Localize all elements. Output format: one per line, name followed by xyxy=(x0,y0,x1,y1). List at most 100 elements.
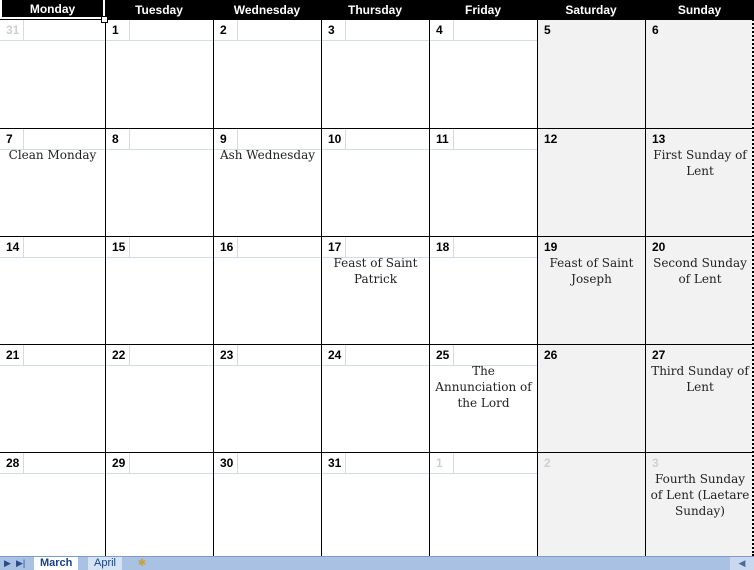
day-cell[interactable]: 27 Third Sunday of Lent xyxy=(645,344,754,452)
day-cell[interactable]: 16 xyxy=(213,236,321,344)
day-number: 20 xyxy=(652,240,666,254)
day-number: 1 xyxy=(112,23,119,37)
event-label: Feast of Saint Patrick xyxy=(333,256,418,286)
cell-gridline xyxy=(345,473,429,474)
day-cell[interactable]: 7 Clean Monday xyxy=(0,128,105,236)
event-label: Second Sunday of Lent xyxy=(653,256,747,286)
day-cell[interactable]: 11 xyxy=(429,128,537,236)
day-number: 23 xyxy=(220,348,234,362)
event-label: Third Sunday of Lent xyxy=(651,364,749,394)
day-cell[interactable]: 22 xyxy=(105,344,213,452)
day-cell[interactable]: 1 xyxy=(105,20,213,128)
day-number: 15 xyxy=(112,240,126,254)
tab-april[interactable]: April xyxy=(88,557,123,570)
cell-gridline xyxy=(237,257,321,258)
weekday-thursday[interactable]: Thursday xyxy=(321,0,429,20)
weekday-saturday[interactable]: Saturday xyxy=(537,0,645,20)
fill-handle[interactable] xyxy=(101,16,108,23)
day-number: 16 xyxy=(220,240,234,254)
day-number: 6 xyxy=(652,23,659,37)
day-cell[interactable]: 18 xyxy=(429,236,537,344)
cell-gridline xyxy=(129,473,213,474)
event-label: Feast of Saint Joseph xyxy=(549,256,634,286)
event-label: Ash Wednesday xyxy=(219,148,316,162)
cell-gridline xyxy=(345,365,429,366)
sheet-tab-bar: ▶ ▶| March April ✱ ◀ xyxy=(0,556,754,570)
event-label: First Sunday of Lent xyxy=(653,148,747,178)
weekday-sunday[interactable]: Sunday xyxy=(645,0,754,20)
weekday-wednesday[interactable]: Wednesday xyxy=(213,0,321,20)
day-cell[interactable]: 31 xyxy=(0,20,105,128)
day-cell[interactable]: 21 xyxy=(0,344,105,452)
day-number: 28 xyxy=(6,456,20,470)
cell-gridline xyxy=(237,473,321,474)
day-cell[interactable]: 4 xyxy=(429,20,537,128)
weekday-header: Monday Tuesday Wednesday Thursday Friday Satu… xyxy=(0,0,754,20)
day-cell[interactable]: 30 xyxy=(213,452,321,556)
day-number: 12 xyxy=(544,132,558,146)
day-cell[interactable]: 26 xyxy=(537,344,645,452)
cell-gridline xyxy=(129,257,213,258)
day-cell[interactable]: 28 xyxy=(0,452,105,556)
cell-gridline xyxy=(345,40,429,41)
day-number: 24 xyxy=(328,348,342,362)
scroll-left-button[interactable]: ◀ xyxy=(730,557,754,570)
cell-gridline xyxy=(23,365,105,366)
day-cell[interactable]: 19 Feast of Saint Joseph xyxy=(537,236,645,344)
cell-gridline xyxy=(453,473,537,474)
day-number: 8 xyxy=(112,132,119,146)
event-label: Clean Monday xyxy=(8,148,97,162)
day-cell[interactable]: 6 xyxy=(645,20,754,128)
day-cell[interactable]: 29 xyxy=(105,452,213,556)
insert-sheet-icon[interactable]: ✱ xyxy=(132,557,152,570)
weekday-monday[interactable]: Monday xyxy=(0,0,105,19)
day-cell[interactable]: 1 xyxy=(429,452,537,556)
cell-gridline xyxy=(453,149,537,150)
day-number: 26 xyxy=(544,348,558,362)
day-number: 11 xyxy=(436,132,449,146)
event-label: Fourth Sunday of Lent (Laetare Sunday) xyxy=(650,472,750,518)
cell-gridline xyxy=(23,473,105,474)
weekday-friday[interactable]: Friday xyxy=(429,0,537,20)
day-cell[interactable]: 2 xyxy=(213,20,321,128)
cell-gridline xyxy=(237,365,321,366)
weekday-tuesday[interactable]: Tuesday xyxy=(105,0,213,20)
cell-gridline xyxy=(237,40,321,41)
day-number: 14 xyxy=(6,240,20,254)
cell-gridline xyxy=(129,40,213,41)
last-sheet-button[interactable]: ▶| xyxy=(16,557,25,570)
tab-march[interactable]: March xyxy=(34,557,79,570)
cell-gridline xyxy=(23,40,105,41)
day-cell[interactable]: 23 xyxy=(213,344,321,452)
day-cell[interactable]: 5 xyxy=(537,20,645,128)
day-cell[interactable]: 25 The Annunciation of the Lord xyxy=(429,344,537,452)
cell-gridline xyxy=(453,40,537,41)
day-cell[interactable]: 20 Second Sunday of Lent xyxy=(645,236,754,344)
day-cell[interactable]: 14 xyxy=(0,236,105,344)
day-number: 13 xyxy=(652,132,666,146)
cell-gridline xyxy=(129,149,213,150)
day-number: 22 xyxy=(112,348,126,362)
day-number: 31 xyxy=(328,456,342,470)
day-cell[interactable]: 10 xyxy=(321,128,429,236)
day-number: 18 xyxy=(436,240,450,254)
day-cell[interactable]: 24 xyxy=(321,344,429,452)
day-number: 19 xyxy=(544,240,558,254)
day-number: 30 xyxy=(220,456,234,470)
cell-gridline xyxy=(345,149,429,150)
day-cell[interactable]: 2 xyxy=(537,452,645,556)
day-cell[interactable]: 13 First Sunday of Lent xyxy=(645,128,754,236)
day-number: 2 xyxy=(544,456,551,470)
day-cell[interactable]: 12 xyxy=(537,128,645,236)
day-cell[interactable]: 8 xyxy=(105,128,213,236)
day-cell[interactable]: 15 xyxy=(105,236,213,344)
next-sheet-button[interactable]: ▶ xyxy=(4,557,11,570)
day-cell[interactable]: 17 Feast of Saint Patrick xyxy=(321,236,429,344)
day-cell[interactable]: 3 Fourth Sunday of Lent (Laetare Sunday) xyxy=(645,452,754,556)
day-cell[interactable]: 3 xyxy=(321,20,429,128)
day-number: 3 xyxy=(652,456,659,470)
day-number: 7 xyxy=(6,132,13,146)
day-cell[interactable]: 31 xyxy=(321,452,429,556)
day-number: 3 xyxy=(328,23,335,37)
day-cell[interactable]: 9 Ash Wednesday xyxy=(213,128,321,236)
